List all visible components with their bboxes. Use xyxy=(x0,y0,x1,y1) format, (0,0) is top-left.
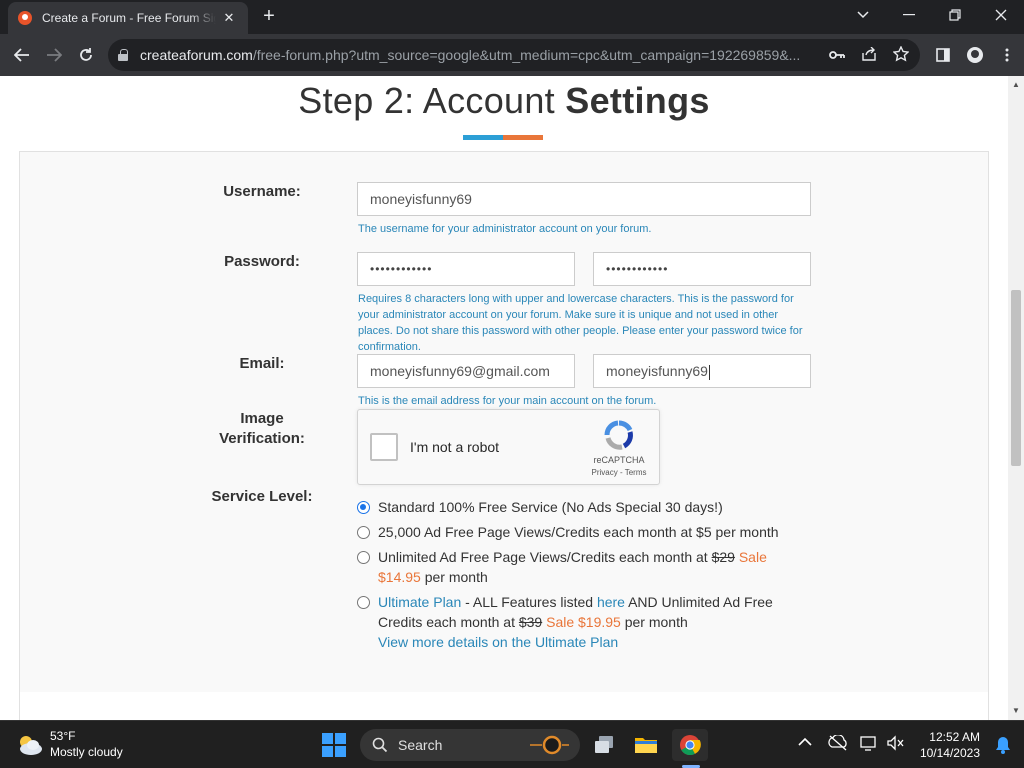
address-bar[interactable]: createaforum.com/free-forum.php?utm_sour… xyxy=(108,39,920,71)
browser-toolbar: createaforum.com/free-forum.php?utm_sour… xyxy=(0,34,1024,76)
next-section-panel xyxy=(19,692,989,720)
kebab-menu-icon[interactable] xyxy=(996,44,1018,66)
tab-search-icon[interactable] xyxy=(840,0,886,30)
username-label: Username: xyxy=(223,183,301,200)
image-verification-label: Image Verification: xyxy=(219,410,305,447)
window-controls xyxy=(840,0,1024,34)
chrome-icon[interactable] xyxy=(672,729,708,761)
taskbar-clock[interactable]: 12:52 AM 10/14/2023 xyxy=(920,729,980,761)
recaptcha-label: I'm not a robot xyxy=(410,439,500,455)
browser-tab[interactable]: Create a Forum - Free Forum Sign Up ✕ xyxy=(8,2,248,34)
scroll-thumb[interactable] xyxy=(1011,290,1021,466)
tab-title: Create a Forum - Free Forum Sign Up xyxy=(42,11,216,25)
new-tab-button[interactable]: + xyxy=(258,6,280,28)
ultimate-plan-details-link[interactable]: View more details on the Ultimate Plan xyxy=(378,634,618,650)
password-help: Requires 8 characters long with upper an… xyxy=(358,293,803,353)
taskbar-search[interactable]: Search xyxy=(360,729,580,761)
weather-condition[interactable]: Mostly cloudy xyxy=(50,745,123,759)
back-arrow-icon[interactable] xyxy=(6,39,38,71)
page-scrollbar[interactable]: ▲ ▼ xyxy=(1008,76,1024,720)
reload-icon[interactable] xyxy=(70,39,102,71)
text-caret xyxy=(708,364,710,380)
service-level-label: Service Level: xyxy=(211,488,313,505)
notification-bell-icon[interactable] xyxy=(994,735,1012,755)
username-help: The username for your administrator acco… xyxy=(358,223,652,235)
radio-button[interactable] xyxy=(357,501,370,514)
lock-icon[interactable] xyxy=(118,49,128,61)
email-help: This is the email address for your main … xyxy=(358,395,657,407)
ultimate-plan-link[interactable]: Ultimate Plan xyxy=(378,594,461,610)
radio-button[interactable] xyxy=(357,551,370,564)
old-price: $39 xyxy=(518,614,543,630)
password-input[interactable]: •••••••••••• xyxy=(357,252,575,286)
scroll-down-icon[interactable]: ▼ xyxy=(1008,704,1024,718)
service-option-ultimate[interactable]: Ultimate Plan - ALL Features listed here… xyxy=(357,592,798,652)
search-highlight-art-icon xyxy=(530,735,569,755)
share-icon[interactable] xyxy=(860,46,878,64)
minimize-icon[interactable] xyxy=(886,0,932,30)
network-icon[interactable] xyxy=(860,735,878,754)
password-confirm-input[interactable]: •••••••••••• xyxy=(593,252,811,286)
close-tab-icon[interactable]: ✕ xyxy=(220,10,238,26)
windows-taskbar: 53°F Mostly cloudy Search 12:52 AM 10/14… xyxy=(0,720,1024,768)
old-price: $29 xyxy=(711,549,735,565)
title-underline xyxy=(463,135,543,140)
weather-cloud-icon[interactable] xyxy=(16,733,44,757)
side-panel-icon[interactable] xyxy=(932,44,954,66)
recaptcha-logo-icon xyxy=(604,420,633,450)
service-option-unlimited[interactable]: Unlimited Ad Free Page Views/Credits eac… xyxy=(357,547,798,587)
recaptcha-brand: reCAPTCHA xyxy=(593,455,645,465)
recaptcha-widget: I'm not a robot reCAPTCHA Privacy - Term… xyxy=(357,409,660,485)
profile-icon[interactable] xyxy=(964,44,986,66)
page-viewport: Step 2: Account Settings Username: money… xyxy=(0,76,1008,720)
service-option-standard[interactable]: Standard 100% Free Service (No Ads Speci… xyxy=(357,497,798,517)
browser-tab-bar: Create a Forum - Free Forum Sign Up ✕ + xyxy=(0,0,1024,34)
url-text[interactable]: createaforum.com/free-forum.php?utm_sour… xyxy=(140,47,808,63)
bookmark-star-icon[interactable] xyxy=(892,44,910,65)
volume-muted-icon[interactable] xyxy=(886,735,904,754)
restore-icon[interactable] xyxy=(932,0,978,30)
service-option-25000[interactable]: 25,000 Ad Free Page Views/Credits each m… xyxy=(357,522,798,542)
recaptcha-checkbox[interactable] xyxy=(370,433,398,461)
close-window-icon[interactable] xyxy=(978,0,1024,30)
features-here-link[interactable]: here xyxy=(597,594,625,610)
weather-temperature[interactable]: 53°F xyxy=(50,729,75,743)
windows-start-icon[interactable] xyxy=(322,733,346,757)
password-label: Password: xyxy=(224,253,300,270)
task-view-icon[interactable] xyxy=(586,729,622,761)
show-hidden-icons-icon[interactable] xyxy=(798,735,812,750)
key-icon[interactable] xyxy=(828,47,846,63)
search-icon xyxy=(372,737,388,753)
file-explorer-icon[interactable] xyxy=(628,729,664,761)
email-confirm-input[interactable]: moneyisfunny69 xyxy=(593,354,811,388)
forward-arrow-icon[interactable] xyxy=(38,39,70,71)
username-input[interactable]: moneyisfunny69 xyxy=(357,182,811,216)
scroll-up-icon[interactable]: ▲ xyxy=(1008,78,1024,92)
sale-price: Sale $19.95 xyxy=(546,614,621,630)
radio-button[interactable] xyxy=(357,526,370,539)
radio-button[interactable] xyxy=(357,596,370,609)
tray-app-icon[interactable] xyxy=(828,734,848,754)
page-title: Step 2: Account Settings xyxy=(298,80,710,121)
recaptcha-privacy-terms[interactable]: Privacy - Terms xyxy=(586,468,652,477)
forum-favicon-icon xyxy=(18,11,32,25)
email-input[interactable]: moneyisfunny69@gmail.com xyxy=(357,354,575,388)
email-label: Email: xyxy=(239,355,285,372)
